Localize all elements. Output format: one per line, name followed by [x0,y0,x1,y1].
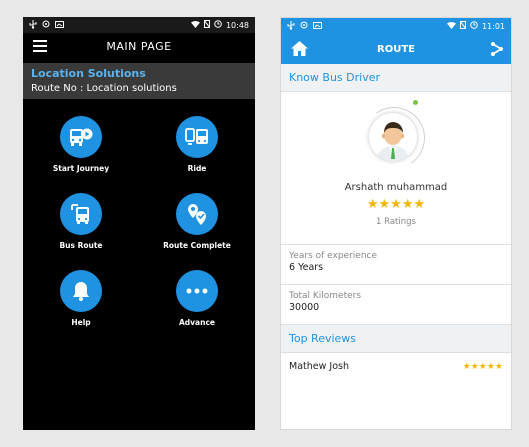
status-bar: 11:01 [281,18,511,34]
info-value: 30000 [289,302,320,313]
ratings-count: 1 Ratings [376,217,416,227]
tile-label: Advance [179,318,215,327]
sync-icon [300,21,308,31]
tile-label: Start Journey [52,164,110,173]
review-stars: ★★★★★ [462,361,503,372]
bus-route-icon[interactable] [60,193,102,235]
bus-play-icon[interactable] [60,116,102,158]
organization-banner: Location Solutions Route No : Location s… [23,63,255,99]
tile-label: Route Complete [163,241,231,250]
driver-rating-stars: ★★★★★ [366,197,426,212]
gallery-icon [313,21,322,31]
ride-tile[interactable]: Ride [139,116,255,173]
review-item[interactable]: Mathew Josh ★★★★★ [281,353,511,380]
help-tile[interactable]: Help [23,270,139,327]
info-label: Years of experience [289,251,378,261]
driver-profile: Arshath muhammad ★★★★★ 1 Ratings [281,92,511,245]
driver-name: Arshath muhammad [344,182,448,193]
more-icon[interactable] [176,270,218,312]
page-title: ROUTE [377,43,415,55]
no-sim-icon [203,19,211,30]
page-title: MAIN PAGE [106,39,172,53]
info-label: Total Kilometers [289,291,362,301]
usb-icon [287,20,295,32]
kilometers-row: Total Kilometers 30000 [281,285,511,325]
reviewer-name: Mathew Josh [289,361,349,372]
status-bar: 10:48 [23,17,255,33]
home-icon[interactable] [291,41,308,59]
driver-avatar [369,113,417,161]
advance-tile[interactable]: Advance [139,270,255,327]
main-page-screen: 10:48 MAIN PAGE Location Solutions Route… [23,17,255,430]
top-reviews-heading: Top Reviews [281,325,511,353]
bus-ride-icon[interactable] [176,116,218,158]
know-driver-heading: Know Bus Driver [281,64,511,92]
map-pin-check-icon[interactable] [176,193,218,235]
experience-row: Years of experience 6 Years [281,245,511,285]
sync-icon [42,20,50,30]
top-app-bar: MAIN PAGE [23,33,255,59]
gallery-icon [55,20,64,30]
menu-icon[interactable] [33,40,47,52]
battery-icon [470,21,478,31]
wifi-icon [446,21,456,31]
action-grid: Start Journey Ride Bus Route Route Compl… [23,116,255,327]
bus-route-tile[interactable]: Bus Route [23,193,139,250]
wifi-icon [190,20,200,30]
no-sim-icon [459,20,467,31]
tile-label: Bus Route [59,241,103,250]
bell-icon[interactable] [60,270,102,312]
tile-label: Ride [187,164,207,173]
info-value: 6 Years [289,262,324,273]
usb-icon [29,19,37,31]
share-icon[interactable] [491,42,503,59]
battery-icon [214,20,222,30]
start-journey-tile[interactable]: Start Journey [23,116,139,173]
route-complete-tile[interactable]: Route Complete [139,193,255,250]
status-time: 11:01 [481,21,505,31]
route-screen: 11:01 ROUTE Know Bus Driver Arshath muha… [280,17,512,430]
status-time: 10:48 [225,20,249,30]
online-dot [413,100,418,105]
route-number: Route No : Location solutions [31,83,177,94]
top-app-bar: ROUTE [281,34,511,64]
tile-label: Help [71,318,91,327]
organization-name: Location Solutions [31,67,146,80]
